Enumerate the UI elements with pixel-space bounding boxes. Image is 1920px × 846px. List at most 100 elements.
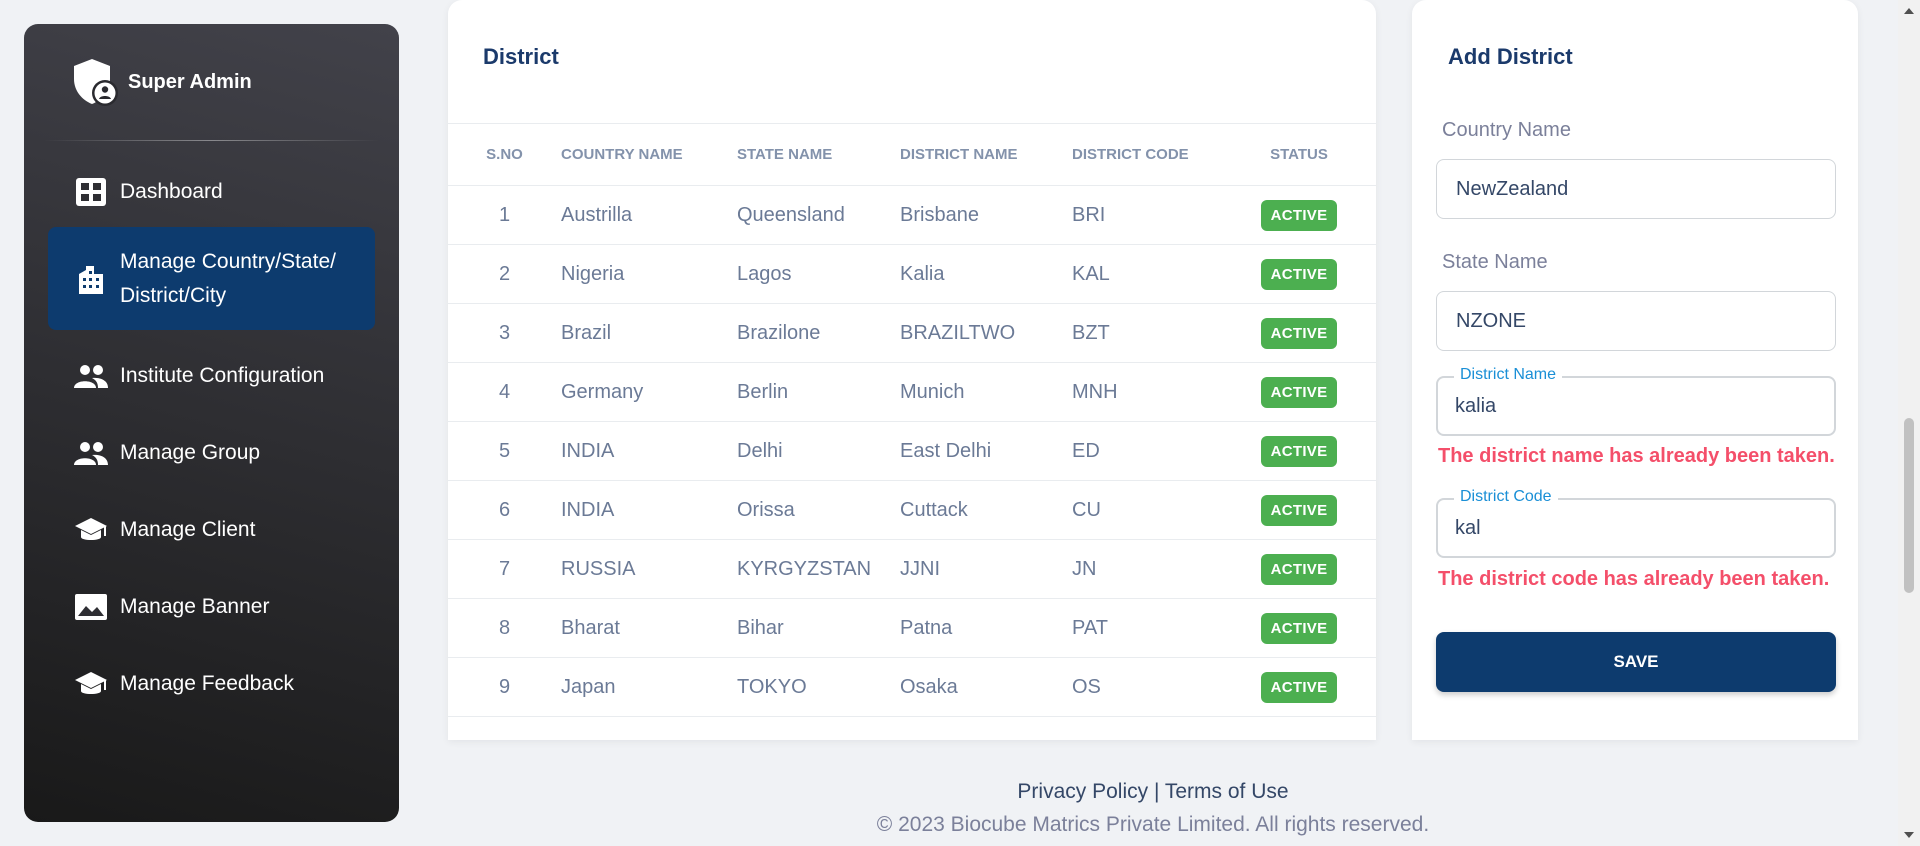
scroll-up-arrow-icon[interactable] <box>1904 8 1914 14</box>
cell-country: Bharat <box>561 598 737 658</box>
sidebar-item-label: Manage Client <box>120 518 256 541</box>
cell-status: ACTIVE <box>1222 185 1376 245</box>
column-header-country: COUNTRY NAME <box>561 123 737 186</box>
cell-state: Queensland <box>737 185 900 245</box>
add-district-title: Add District <box>1448 44 1573 69</box>
cell-district: JJNI <box>900 539 1072 599</box>
status-badge[interactable]: ACTIVE <box>1260 435 1338 467</box>
cell-state: KYRGYZSTAN <box>737 539 900 599</box>
cell-district: East Delhi <box>900 421 1072 481</box>
status-badge[interactable]: ACTIVE <box>1260 376 1338 408</box>
table-row[interactable]: 8 Bharat Bihar Patna PAT ACTIVE <box>448 598 1376 658</box>
save-button[interactable]: SAVE <box>1436 632 1836 692</box>
building-icon <box>74 262 108 296</box>
sidebar-item-manage-client[interactable]: Manage Client <box>48 499 375 561</box>
status-badge[interactable]: ACTIVE <box>1260 553 1338 585</box>
cell-country: Germany <box>561 362 737 422</box>
cell-state: Delhi <box>737 421 900 481</box>
scroll-down-arrow-icon[interactable] <box>1904 832 1914 838</box>
page-scrollbar[interactable] <box>1898 0 1920 846</box>
table-row[interactable]: 4 Germany Berlin Munich MNH ACTIVE <box>448 362 1376 422</box>
sidebar-item-manage-banner[interactable]: Manage Banner <box>48 576 375 638</box>
cell-code: BZT <box>1072 303 1222 363</box>
status-badge[interactable]: ACTIVE <box>1260 494 1338 526</box>
sidebar-item-dashboard[interactable]: Dashboard <box>48 161 375 223</box>
sidebar-item-manage-group[interactable]: Manage Group <box>48 422 375 484</box>
state-name-field[interactable]: NZONE <box>1436 291 1836 351</box>
cell-state: Lagos <box>737 244 900 304</box>
cell-state: Orissa <box>737 480 900 540</box>
cell-status: ACTIVE <box>1222 362 1376 422</box>
column-header-state: STATE NAME <box>737 123 900 186</box>
cell-code: KAL <box>1072 244 1222 304</box>
cell-code: PAT <box>1072 598 1222 658</box>
status-badge[interactable]: ACTIVE <box>1260 199 1338 231</box>
sidebar-item-label: Dashboard <box>120 180 223 203</box>
cell-sno: 2 <box>448 244 561 304</box>
sidebar-item-institute-configuration[interactable]: Institute Configuration <box>48 345 375 407</box>
cell-district: Osaka <box>900 657 1072 717</box>
cell-state: Bihar <box>737 598 900 658</box>
privacy-policy-link[interactable]: Privacy Policy <box>1017 780 1148 803</box>
people-icon <box>74 436 108 470</box>
state-name-label: State Name <box>1442 251 1548 273</box>
image-icon <box>74 590 108 624</box>
district-table: S.NO COUNTRY NAME STATE NAME DISTRICT NA… <box>448 123 1376 717</box>
admin-shield-icon <box>70 57 120 107</box>
cell-sno: 5 <box>448 421 561 481</box>
cell-status: ACTIVE <box>1222 421 1376 481</box>
table-row[interactable]: 7 RUSSIA KYRGYZSTAN JJNI JN ACTIVE <box>448 539 1376 599</box>
column-header-code: DISTRICT CODE <box>1072 123 1222 186</box>
cell-country: INDIA <box>561 480 737 540</box>
table-row[interactable]: 3 Brazil Brazilone BRAZILTWO BZT ACTIVE <box>448 303 1376 363</box>
table-row[interactable]: 1 Austrilla Queensland Brisbane BRI ACTIVE <box>448 185 1376 245</box>
cell-country: INDIA <box>561 421 737 481</box>
brand[interactable]: Super Admin <box>24 24 399 140</box>
cell-status: ACTIVE <box>1222 480 1376 540</box>
sidebar-item-manage-country-state[interactable]: Manage Country/State/ District/City <box>48 227 375 330</box>
sidebar: Super Admin Dashboard Manage Country/Sta… <box>24 24 399 822</box>
school-icon <box>74 667 108 701</box>
cell-state: Berlin <box>737 362 900 422</box>
district-name-field[interactable]: kalia <box>1436 376 1836 436</box>
cell-country: Brazil <box>561 303 737 363</box>
cell-status: ACTIVE <box>1222 657 1376 717</box>
country-name-field[interactable]: NewZealand <box>1436 159 1836 219</box>
cell-district: BRAZILTWO <box>900 303 1072 363</box>
status-badge[interactable]: ACTIVE <box>1260 671 1338 703</box>
terms-of-use-link[interactable]: Terms of Use <box>1165 780 1289 803</box>
table-row[interactable]: 6 INDIA Orissa Cuttack CU ACTIVE <box>448 480 1376 540</box>
table-row[interactable]: 2 Nigeria Lagos Kalia KAL ACTIVE <box>448 244 1376 304</box>
cell-sno: 3 <box>448 303 561 363</box>
cell-status: ACTIVE <box>1222 598 1376 658</box>
cell-status: ACTIVE <box>1222 539 1376 599</box>
table-body: 1 Austrilla Queensland Brisbane BRI ACTIVE 2 Ni… <box>448 185 1376 717</box>
brand-name: Super Admin <box>128 70 252 93</box>
cell-sno: 7 <box>448 539 561 599</box>
status-badge[interactable]: ACTIVE <box>1260 258 1338 290</box>
cell-code: OS <box>1072 657 1222 717</box>
cell-country: Nigeria <box>561 244 737 304</box>
district-table-title: District <box>483 44 559 69</box>
cell-code: JN <box>1072 539 1222 599</box>
cell-state: TOKYO <box>737 657 900 717</box>
cell-sno: 8 <box>448 598 561 658</box>
scrollbar-thumb[interactable] <box>1904 418 1914 593</box>
cell-sno: 1 <box>448 185 561 245</box>
district-code-field[interactable]: kal <box>1436 498 1836 558</box>
table-row[interactable]: 9 Japan TOKYO Osaka OS ACTIVE <box>448 657 1376 717</box>
district-name-error: The district name has already been taken… <box>1438 445 1835 467</box>
school-icon <box>74 513 108 547</box>
sidebar-nav: Dashboard Manage Country/State/ District… <box>24 141 399 735</box>
column-header-district: DISTRICT NAME <box>900 123 1072 186</box>
add-district-card: Add District Country Name NewZealand Sta… <box>1412 0 1858 740</box>
cell-district: Brisbane <box>900 185 1072 245</box>
cell-code: BRI <box>1072 185 1222 245</box>
status-badge[interactable]: ACTIVE <box>1260 612 1338 644</box>
sidebar-item-manage-feedback[interactable]: Manage Feedback <box>48 653 375 715</box>
sidebar-item-label: Manage Banner <box>120 595 270 618</box>
status-badge[interactable]: ACTIVE <box>1260 317 1338 349</box>
table-row[interactable]: 5 INDIA Delhi East Delhi ED ACTIVE <box>448 421 1376 481</box>
cell-country: Austrilla <box>561 185 737 245</box>
cell-country: RUSSIA <box>561 539 737 599</box>
